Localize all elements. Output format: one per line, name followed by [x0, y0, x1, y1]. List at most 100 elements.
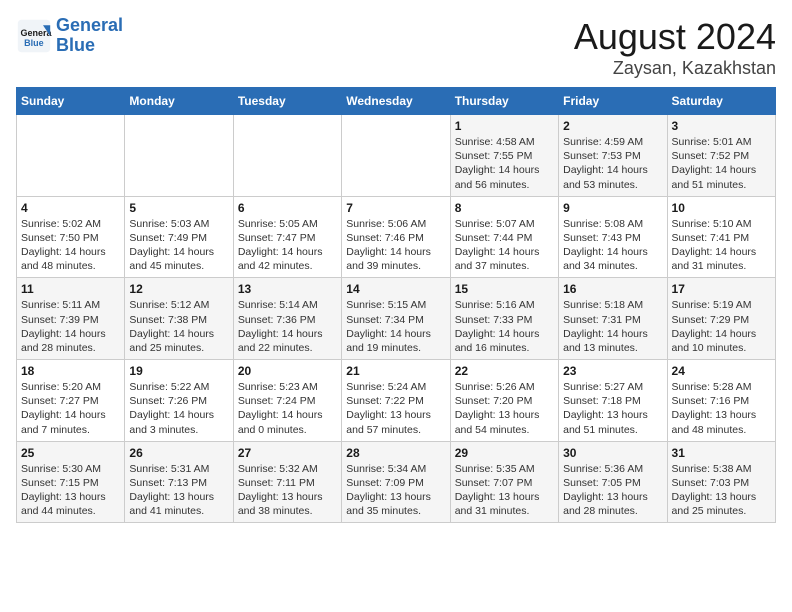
day-info: Sunrise: 5:05 AM Sunset: 7:47 PM Dayligh… — [238, 217, 337, 274]
day-info: Sunrise: 5:19 AM Sunset: 7:29 PM Dayligh… — [672, 298, 771, 355]
calendar-week-2: 4Sunrise: 5:02 AM Sunset: 7:50 PM Daylig… — [17, 196, 776, 278]
page-title: August 2024 — [574, 16, 776, 58]
day-info: Sunrise: 5:24 AM Sunset: 7:22 PM Dayligh… — [346, 380, 445, 437]
day-number: 17 — [672, 282, 771, 296]
calendar-body: 1 Sunrise: 4:58 AM Sunset: 7:55 PM Daylig… — [17, 115, 776, 523]
day-header-friday: Friday — [559, 88, 667, 115]
calendar-cell: 11 Sunrise: 5:11 AM Sunset: 7:39 PM Dayli… — [17, 278, 125, 360]
day-number: 11 — [21, 282, 120, 296]
day-number: 20 — [238, 364, 337, 378]
day-info: Sunrise: 5:11 AM Sunset: 7:39 PM Dayligh… — [21, 298, 120, 355]
calendar-week-4: 18 Sunrise: 5:20 AM Sunset: 7:27 PM Dayli… — [17, 360, 776, 442]
calendar-cell — [342, 115, 450, 197]
day-info: Sunrise: 4:59 AM Sunset: 7:53 PM Dayligh… — [563, 135, 662, 192]
calendar-cell: 24 Sunrise: 5:28 AM Sunset: 7:16 PM Dayli… — [667, 360, 775, 442]
calendar-cell: 6 Sunrise: 5:05 AM Sunset: 7:47 PM Daylig… — [233, 196, 341, 278]
logo-text: GeneralBlue — [56, 16, 123, 56]
day-info: Sunrise: 5:28 AM Sunset: 7:16 PM Dayligh… — [672, 380, 771, 437]
day-number: 28 — [346, 446, 445, 460]
calendar-cell: 31Sunrise: 5:38 AM Sunset: 7:03 PM Dayli… — [667, 441, 775, 523]
day-info: Sunrise: 5:01 AM Sunset: 7:52 PM Dayligh… — [672, 135, 771, 192]
day-number: 19 — [129, 364, 228, 378]
svg-text:Blue: Blue — [24, 38, 44, 48]
calendar-cell: 9Sunrise: 5:08 AM Sunset: 7:43 PM Daylig… — [559, 196, 667, 278]
logo: General Blue GeneralBlue — [16, 16, 123, 56]
day-number: 24 — [672, 364, 771, 378]
calendar-cell: 26 Sunrise: 5:31 AM Sunset: 7:13 PM Dayli… — [125, 441, 233, 523]
page-subtitle: Zaysan, Kazakhstan — [574, 58, 776, 79]
day-header-thursday: Thursday — [450, 88, 558, 115]
calendar-cell: 1 Sunrise: 4:58 AM Sunset: 7:55 PM Daylig… — [450, 115, 558, 197]
day-info: Sunrise: 4:58 AM Sunset: 7:55 PM Dayligh… — [455, 135, 554, 192]
day-header-tuesday: Tuesday — [233, 88, 341, 115]
day-number: 29 — [455, 446, 554, 460]
day-number: 8 — [455, 201, 554, 215]
calendar-cell: 22 Sunrise: 5:26 AM Sunset: 7:20 PM Dayli… — [450, 360, 558, 442]
day-number: 7 — [346, 201, 445, 215]
day-header-saturday: Saturday — [667, 88, 775, 115]
day-number: 25 — [21, 446, 120, 460]
day-info: Sunrise: 5:35 AM Sunset: 7:07 PM Dayligh… — [455, 462, 554, 519]
logo-icon: General Blue — [16, 18, 52, 54]
day-number: 18 — [21, 364, 120, 378]
day-number: 14 — [346, 282, 445, 296]
day-number: 5 — [129, 201, 228, 215]
day-info: Sunrise: 5:15 AM Sunset: 7:34 PM Dayligh… — [346, 298, 445, 355]
day-number: 22 — [455, 364, 554, 378]
calendar-cell: 5 Sunrise: 5:03 AM Sunset: 7:49 PM Daylig… — [125, 196, 233, 278]
calendar-cell: 28Sunrise: 5:34 AM Sunset: 7:09 PM Dayli… — [342, 441, 450, 523]
day-number: 1 — [455, 119, 554, 133]
day-number: 16 — [563, 282, 662, 296]
day-info: Sunrise: 5:18 AM Sunset: 7:31 PM Dayligh… — [563, 298, 662, 355]
calendar-cell — [17, 115, 125, 197]
calendar-cell: 21Sunrise: 5:24 AM Sunset: 7:22 PM Dayli… — [342, 360, 450, 442]
day-info: Sunrise: 5:32 AM Sunset: 7:11 PM Dayligh… — [238, 462, 337, 519]
calendar-cell: 14 Sunrise: 5:15 AM Sunset: 7:34 PM Dayli… — [342, 278, 450, 360]
day-info: Sunrise: 5:16 AM Sunset: 7:33 PM Dayligh… — [455, 298, 554, 355]
calendar-cell: 12 Sunrise: 5:12 AM Sunset: 7:38 PM Dayli… — [125, 278, 233, 360]
calendar-cell: 7Sunrise: 5:06 AM Sunset: 7:46 PM Daylig… — [342, 196, 450, 278]
calendar-cell: 13 Sunrise: 5:14 AM Sunset: 7:36 PM Dayli… — [233, 278, 341, 360]
day-number: 6 — [238, 201, 337, 215]
day-info: Sunrise: 5:12 AM Sunset: 7:38 PM Dayligh… — [129, 298, 228, 355]
calendar-week-1: 1 Sunrise: 4:58 AM Sunset: 7:55 PM Daylig… — [17, 115, 776, 197]
day-number: 26 — [129, 446, 228, 460]
day-info: Sunrise: 5:38 AM Sunset: 7:03 PM Dayligh… — [672, 462, 771, 519]
day-number: 15 — [455, 282, 554, 296]
calendar-header-row: SundayMondayTuesdayWednesdayThursdayFrid… — [17, 88, 776, 115]
day-info: Sunrise: 5:30 AM Sunset: 7:15 PM Dayligh… — [21, 462, 120, 519]
day-header-monday: Monday — [125, 88, 233, 115]
calendar-cell: 29 Sunrise: 5:35 AM Sunset: 7:07 PM Dayli… — [450, 441, 558, 523]
day-info: Sunrise: 5:03 AM Sunset: 7:49 PM Dayligh… — [129, 217, 228, 274]
calendar-week-5: 25 Sunrise: 5:30 AM Sunset: 7:15 PM Dayli… — [17, 441, 776, 523]
calendar-cell: 2Sunrise: 4:59 AM Sunset: 7:53 PM Daylig… — [559, 115, 667, 197]
calendar-cell: 25 Sunrise: 5:30 AM Sunset: 7:15 PM Dayli… — [17, 441, 125, 523]
day-number: 12 — [129, 282, 228, 296]
calendar-cell: 16 Sunrise: 5:18 AM Sunset: 7:31 PM Dayli… — [559, 278, 667, 360]
day-info: Sunrise: 5:14 AM Sunset: 7:36 PM Dayligh… — [238, 298, 337, 355]
calendar-cell: 3Sunrise: 5:01 AM Sunset: 7:52 PM Daylig… — [667, 115, 775, 197]
calendar-cell: 10 Sunrise: 5:10 AM Sunset: 7:41 PM Dayli… — [667, 196, 775, 278]
day-info: Sunrise: 5:20 AM Sunset: 7:27 PM Dayligh… — [21, 380, 120, 437]
calendar-table: SundayMondayTuesdayWednesdayThursdayFrid… — [16, 87, 776, 523]
calendar-cell: 23Sunrise: 5:27 AM Sunset: 7:18 PM Dayli… — [559, 360, 667, 442]
day-number: 13 — [238, 282, 337, 296]
day-info: Sunrise: 5:31 AM Sunset: 7:13 PM Dayligh… — [129, 462, 228, 519]
day-info: Sunrise: 5:23 AM Sunset: 7:24 PM Dayligh… — [238, 380, 337, 437]
day-number: 27 — [238, 446, 337, 460]
calendar-week-3: 11 Sunrise: 5:11 AM Sunset: 7:39 PM Dayli… — [17, 278, 776, 360]
day-number: 10 — [672, 201, 771, 215]
day-header-wednesday: Wednesday — [342, 88, 450, 115]
calendar-cell: 27 Sunrise: 5:32 AM Sunset: 7:11 PM Dayli… — [233, 441, 341, 523]
day-info: Sunrise: 5:22 AM Sunset: 7:26 PM Dayligh… — [129, 380, 228, 437]
calendar-cell: 17 Sunrise: 5:19 AM Sunset: 7:29 PM Dayli… — [667, 278, 775, 360]
day-info: Sunrise: 5:02 AM Sunset: 7:50 PM Dayligh… — [21, 217, 120, 274]
calendar-cell: 20 Sunrise: 5:23 AM Sunset: 7:24 PM Dayli… — [233, 360, 341, 442]
day-info: Sunrise: 5:08 AM Sunset: 7:43 PM Dayligh… — [563, 217, 662, 274]
calendar-cell — [233, 115, 341, 197]
calendar-cell: 19 Sunrise: 5:22 AM Sunset: 7:26 PM Dayli… — [125, 360, 233, 442]
calendar-cell: 8Sunrise: 5:07 AM Sunset: 7:44 PM Daylig… — [450, 196, 558, 278]
page-header: General Blue GeneralBlue August 2024 Zay… — [16, 16, 776, 79]
day-info: Sunrise: 5:26 AM Sunset: 7:20 PM Dayligh… — [455, 380, 554, 437]
day-info: Sunrise: 5:10 AM Sunset: 7:41 PM Dayligh… — [672, 217, 771, 274]
